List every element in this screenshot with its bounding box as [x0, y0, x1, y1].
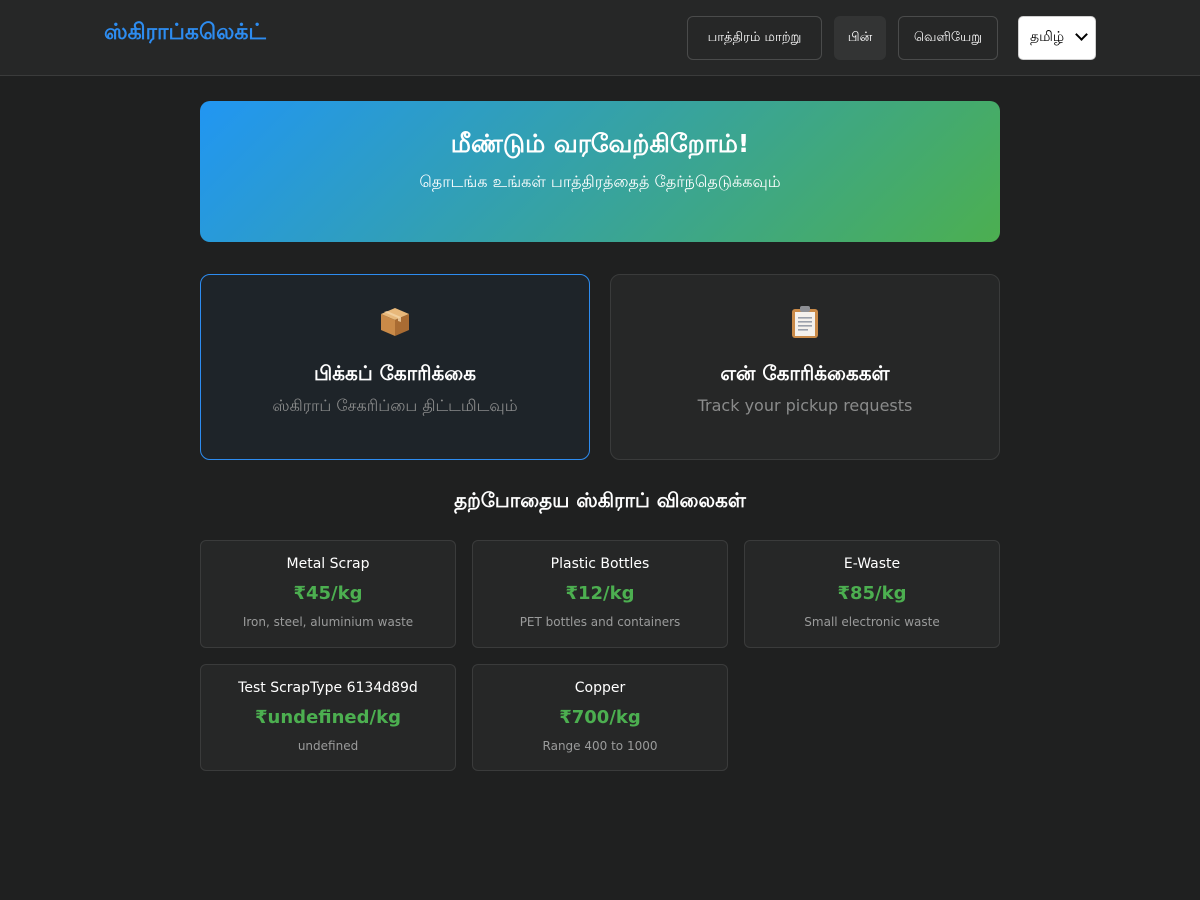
my-requests-subtitle: Track your pickup requests: [697, 396, 913, 415]
price-card-value: ₹12/kg: [565, 583, 635, 604]
price-card: E-Waste ₹85/kg Small electronic waste: [744, 540, 1000, 648]
price-card-value: ₹85/kg: [837, 583, 907, 604]
price-card: Plastic Bottles ₹12/kg PET bottles and c…: [472, 540, 728, 648]
back-button[interactable]: பின்: [834, 16, 886, 60]
price-card: Metal Scrap ₹45/kg Iron, steel, aluminiu…: [200, 540, 456, 648]
top-navbar: ஸ்கிராப்கலெக்ட் பாத்திரம் மாற்று பின் வெ…: [0, 0, 1200, 76]
logout-button[interactable]: வெளியேறு: [898, 16, 998, 60]
price-card-description: undefined: [297, 739, 359, 753]
price-card-description: PET bottles and containers: [519, 615, 681, 629]
price-card-value: ₹undefined/kg: [255, 707, 401, 728]
scrap-prices-heading: தற்போதைய ஸ்கிராப் விலைகள்: [454, 488, 746, 512]
welcome-banner: மீண்டும் வரவேற்கிறோம்! தொடங்க உங்கள் பாத…: [200, 101, 1000, 242]
welcome-title: மீண்டும் வரவேற்கிறோம்!: [450, 129, 750, 158]
pickup-request-title: பிக்கப் கோரிக்கை: [313, 361, 477, 385]
price-card-value: ₹700/kg: [559, 707, 641, 728]
price-card-name: Plastic Bottles: [550, 556, 650, 572]
price-card-description: Small electronic waste: [804, 615, 940, 629]
price-card-description: Range 400 to 1000: [542, 739, 658, 753]
package-box-icon: [201, 305, 589, 339]
clipboard-icon: [611, 305, 999, 339]
welcome-subtitle: தொடங்க உங்கள் பாத்திரத்தைத் தேர்ந்தெடுக்…: [419, 172, 781, 191]
price-card-name: Test ScrapType 6134d89d: [238, 680, 418, 696]
my-requests-card[interactable]: என் கோரிக்கைகள் Track your pickup reques…: [610, 274, 1000, 460]
price-card-description: Iron, steel, aluminium waste: [242, 615, 414, 629]
my-requests-title: என் கோரிக்கைகள்: [720, 361, 890, 385]
language-select-value: தமிழ்: [1030, 29, 1065, 45]
price-card: Copper ₹700/kg Range 400 to 1000: [472, 664, 728, 771]
switch-role-button[interactable]: பாத்திரம் மாற்று: [687, 16, 822, 60]
language-select[interactable]: தமிழ்: [1018, 16, 1096, 60]
pickup-request-subtitle: ஸ்கிராப் சேகரிப்பை திட்டமிடவும்: [272, 396, 518, 415]
price-card: Test ScrapType 6134d89d ₹undefined/kg un…: [200, 664, 456, 771]
price-card-name: E-Waste: [843, 556, 901, 572]
price-card-value: ₹45/kg: [293, 583, 363, 604]
price-card-name: Copper: [574, 680, 626, 696]
pickup-request-card[interactable]: பிக்கப் கோரிக்கை ஸ்கிராப் சேகரிப்பை திட்…: [200, 274, 590, 460]
chevron-down-icon: [1075, 28, 1088, 41]
brand-logo[interactable]: ஸ்கிராப்கலெக்ட்: [104, 20, 266, 48]
price-card-name: Metal Scrap: [286, 556, 370, 572]
